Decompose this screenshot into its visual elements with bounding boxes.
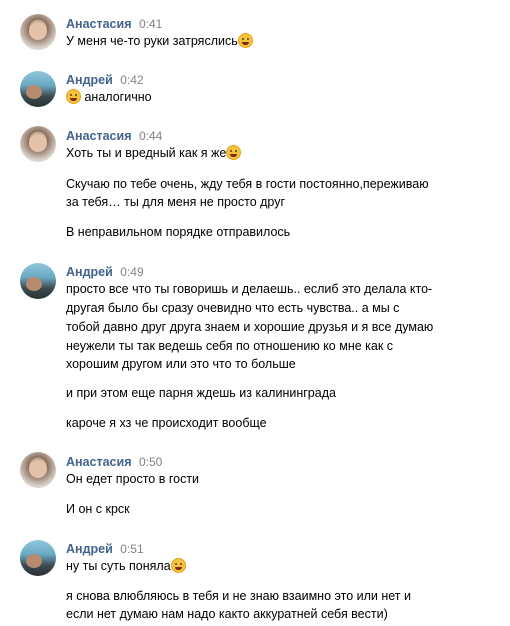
- message-text: И он с крск: [66, 502, 130, 516]
- message-text: тобой давно друг друга знаем и хорошие д…: [66, 320, 434, 334]
- message-text: ну ты суть поняла: [66, 557, 486, 575]
- message-text: кароче я хз че происходит вообще: [66, 416, 267, 430]
- message-text: У меня че-то руки затряслись: [66, 32, 486, 50]
- message-text: Он едет просто в гости: [66, 472, 200, 486]
- message-header: Анастасия 0:44: [66, 128, 162, 144]
- message-text: и при этом еще парня ждешь из калинингра…: [66, 386, 336, 400]
- grinning-emoji-icon: [226, 145, 242, 160]
- author-name[interactable]: Андрей: [66, 542, 113, 556]
- message-header: Анастасия 0:50: [66, 454, 162, 470]
- avatar[interactable]: [20, 14, 56, 50]
- avatar[interactable]: [20, 126, 56, 162]
- message-time[interactable]: 0:42: [120, 73, 143, 87]
- message-header: Анастасия 0:41: [66, 16, 162, 32]
- message-text: аналогично: [66, 88, 486, 106]
- message-time[interactable]: 0:50: [139, 455, 162, 469]
- avatar[interactable]: [20, 71, 56, 107]
- grinning-emoji-icon: [66, 89, 81, 104]
- message-header: Андрей 0:49: [66, 264, 144, 280]
- message-text: В неправильном порядке отправилось: [66, 225, 291, 239]
- message-time[interactable]: 0:44: [139, 129, 162, 143]
- message-text: если нет думаю нам надо както аккуратней…: [66, 607, 388, 621]
- message-text: Скучаю по тебе очень, жду тебя в гости п…: [66, 177, 429, 191]
- author-name[interactable]: Андрей: [66, 265, 113, 279]
- message-text: за тебя… ты для меня не просто друг: [66, 195, 286, 209]
- grinning-emoji-icon: [237, 33, 253, 48]
- message-text: хорошим другом или это что то больше: [66, 357, 296, 371]
- message-header: Андрей 0:42: [66, 72, 144, 88]
- avatar[interactable]: [20, 452, 56, 488]
- author-name[interactable]: Андрей: [66, 73, 113, 87]
- message-text: просто все что ты говоришь и делаешь.. е…: [66, 282, 433, 296]
- author-name[interactable]: Анастасия: [66, 455, 132, 469]
- message-header: Андрей 0:51: [66, 541, 144, 557]
- author-name[interactable]: Анастасия: [66, 17, 132, 31]
- message-text: я снова влюбляюсь в тебя и не знаю взаим…: [66, 589, 411, 603]
- smiling-emoji-icon: [170, 558, 186, 573]
- message-time[interactable]: 0:51: [120, 542, 143, 556]
- message-time[interactable]: 0:49: [120, 265, 143, 279]
- message-text: Хоть ты и вредный как я же: [66, 144, 486, 162]
- message-text: неужели ты так ведешь себя по отношению …: [66, 339, 394, 353]
- avatar[interactable]: [20, 540, 56, 576]
- message-text: другая было бы сразу очевидно что есть ч…: [66, 301, 400, 315]
- author-name[interactable]: Анастасия: [66, 129, 132, 143]
- message-time[interactable]: 0:41: [139, 17, 162, 31]
- avatar[interactable]: [20, 263, 56, 299]
